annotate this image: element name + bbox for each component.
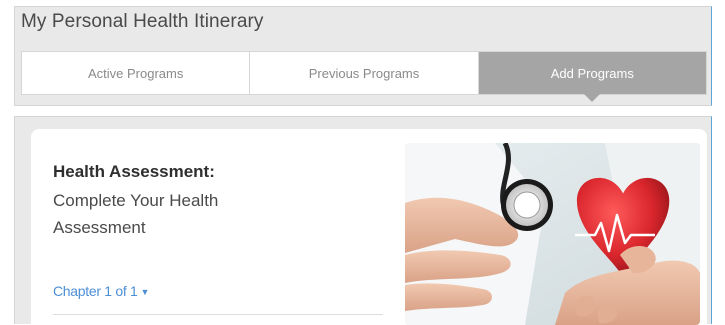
chapter-selector[interactable]: Chapter 1 of 1 ▼ [53, 283, 149, 299]
page-frame: My Personal Health Itinerary Active Prog… [0, 0, 725, 325]
program-card: Health Assessment: Complete Your Health … [31, 129, 707, 325]
card-divider [53, 314, 383, 315]
program-tabs: Active Programs Previous Programs Add Pr… [21, 51, 707, 102]
program-title: Health Assessment: [53, 162, 215, 181]
tab-label: Add Programs [550, 65, 634, 81]
tab-active-programs[interactable]: Active Programs [22, 52, 251, 94]
caret-down-icon: ▼ [140, 287, 150, 297]
content-panel: Health Assessment: Complete Your Health … [14, 116, 712, 325]
tab-label: Previous Programs [308, 65, 420, 81]
tab-previous-programs[interactable]: Previous Programs [250, 52, 479, 94]
page-title: My Personal Health Itinerary [21, 11, 264, 32]
tab-add-programs[interactable]: Add Programs [478, 52, 706, 102]
chapter-label: Chapter 1 of 1 [53, 283, 138, 299]
program-subtitle: Complete Your Health Assessment [53, 191, 219, 237]
header-panel: My Personal Health Itinerary Active Prog… [14, 6, 712, 106]
stethoscope-heart-image [405, 143, 700, 325]
tab-label: Active Programs [87, 65, 184, 81]
